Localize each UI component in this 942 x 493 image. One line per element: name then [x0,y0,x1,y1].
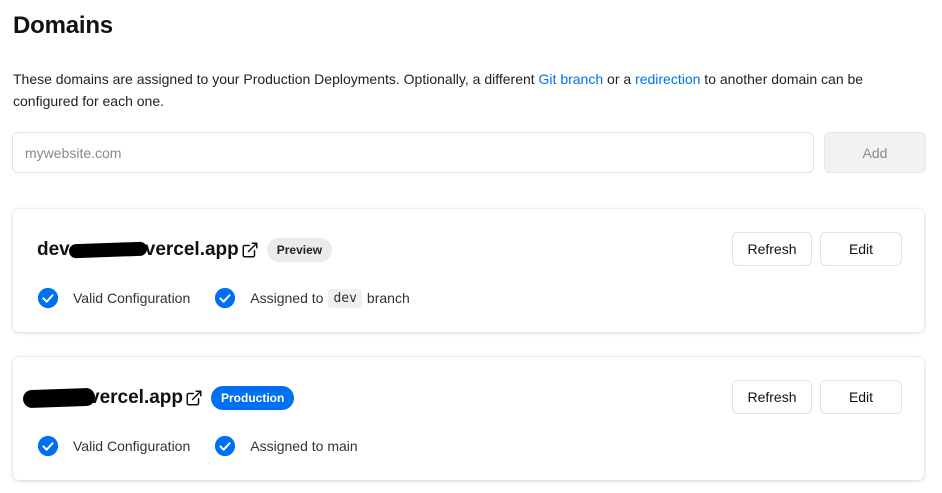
description-text: or a [603,71,636,87]
valid-configuration-status: Valid Configuration [37,287,190,309]
valid-configuration-status: Valid Configuration [37,435,190,457]
domain-name-suffix: vercel.app [89,387,183,408]
check-circle-icon [37,287,59,309]
domain-header: dev vercel.app Preview [37,237,333,263]
status-label: Assigned to main [250,438,358,454]
status-label: Assigned to [250,290,324,306]
edit-button[interactable]: Edit [820,380,902,414]
status-row: Valid Configuration Assigned to dev bran… [37,286,434,310]
domain-link[interactable]: vercel.app [22,387,183,409]
domain-card: dev vercel.app Preview Valid Configuratio… [13,209,924,332]
branch-name: dev [328,288,362,308]
page-description: These domains are assigned to your Produ… [13,68,929,112]
check-circle-icon [37,435,59,457]
environment-badge: Preview [266,238,333,262]
refresh-button[interactable]: Refresh [732,232,812,266]
add-button[interactable]: Add [824,132,926,173]
assigned-branch-status: Assigned to main [214,435,358,457]
edit-button[interactable]: Edit [820,232,902,266]
external-link-icon[interactable] [241,241,259,259]
domain-name-prefix: dev [37,239,70,260]
page-title: Domains [13,12,113,39]
status-label: Valid Configuration [73,290,191,306]
domain-header: vercel.app Production [22,385,295,411]
status-row: Valid Configuration Assigned to main [37,434,382,458]
add-domain-form: Add [12,132,926,174]
assigned-branch-status: Assigned to dev branch [214,287,410,309]
status-label: Valid Configuration [73,438,191,454]
redaction-mark [22,387,96,409]
description-text: These domains are assigned to your Produ… [13,71,539,87]
external-link-icon[interactable] [185,389,203,407]
domain-input[interactable] [12,132,814,173]
domain-name-suffix: vercel.app [144,239,239,260]
refresh-button[interactable]: Refresh [732,380,812,414]
status-label: branch [366,290,410,306]
redirection-link[interactable]: redirection [635,71,700,87]
redaction-mark [68,241,147,259]
check-circle-icon [214,287,236,309]
git-branch-link[interactable]: Git branch [539,71,604,87]
environment-badge: Production [211,386,295,410]
domain-link[interactable]: dev vercel.app [37,239,239,261]
check-circle-icon [214,435,236,457]
domain-card: vercel.app Production Valid Configuratio… [13,357,924,480]
